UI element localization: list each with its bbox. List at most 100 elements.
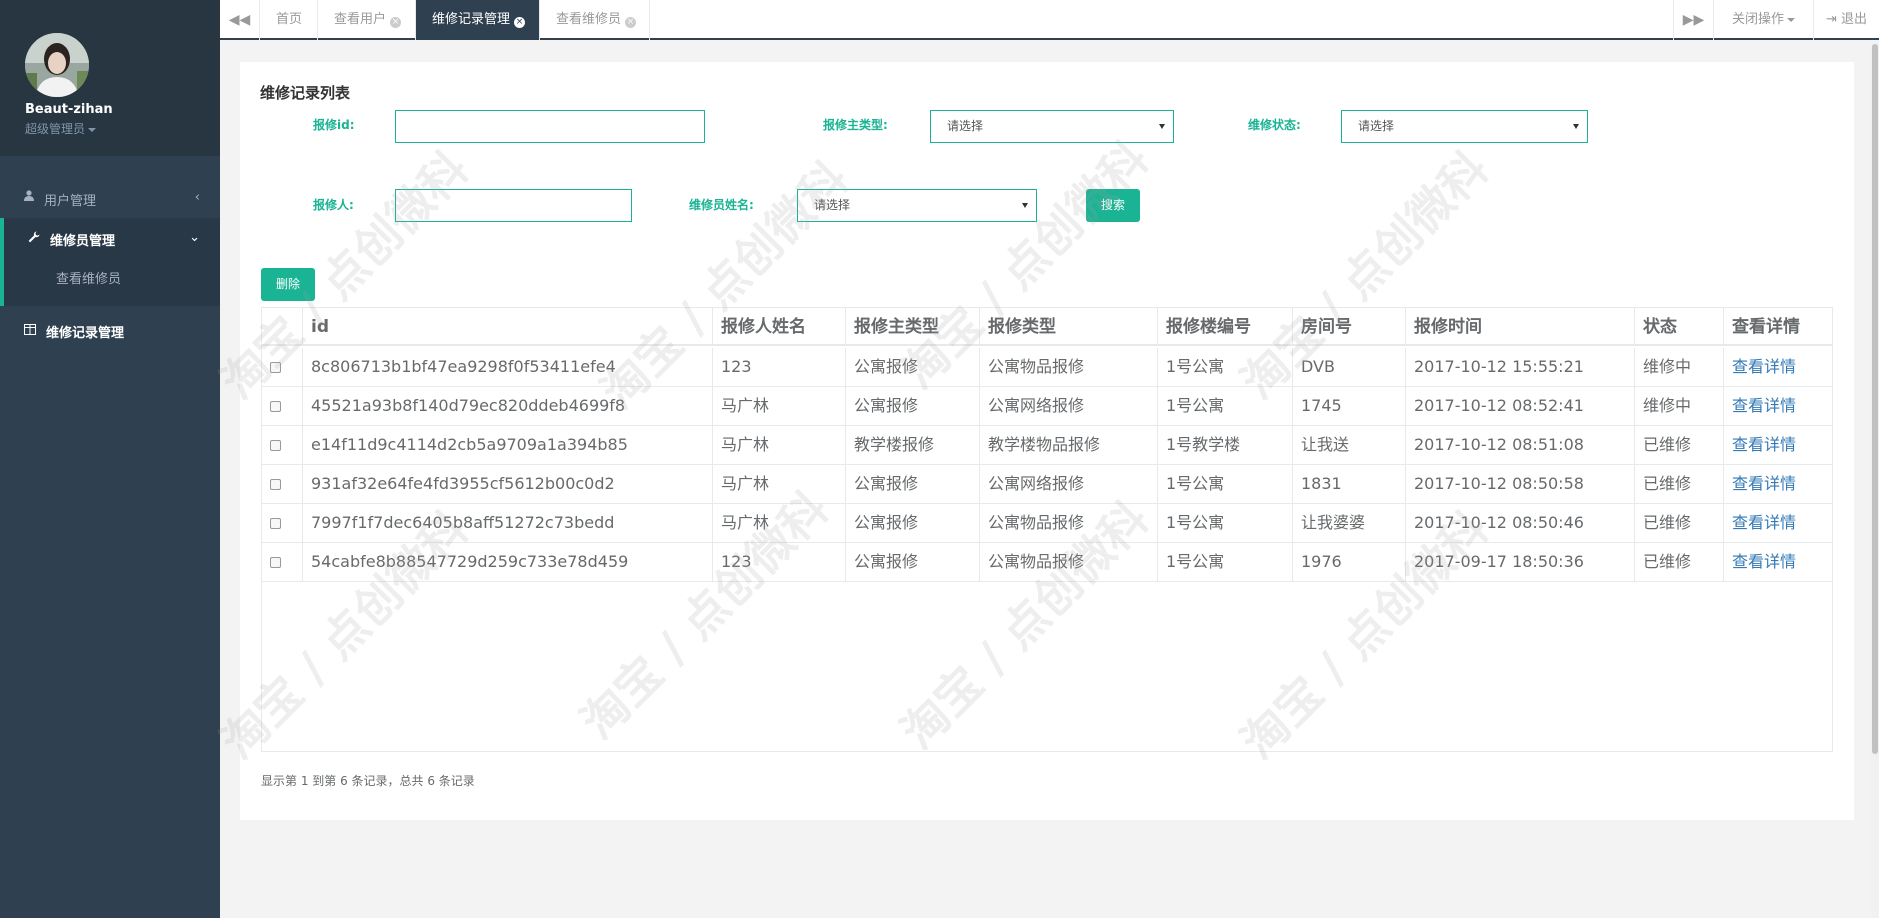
repairman-name-label: 维修员姓名: <box>689 198 754 212</box>
repair-id-input[interactable] <box>395 110 705 143</box>
row-checkbox-cell <box>262 543 303 581</box>
table-cell: 1号教学楼 <box>1158 426 1293 464</box>
user-icon <box>24 190 34 204</box>
table-cell: 54cabfe8b88547729d259c733e78d459 <box>303 543 713 581</box>
table-cell: 公寓物品报修 <box>980 348 1158 386</box>
table-cell: 2017-10-12 08:50:58 <box>1406 465 1635 503</box>
table-cell: 公寓报修 <box>846 387 980 425</box>
chevron-down-icon: ⌄ <box>189 230 200 245</box>
tab-scroll-left-button[interactable]: ◀◀ <box>220 0 260 40</box>
column-header[interactable]: 报修主类型 <box>846 308 980 344</box>
table-cell: 7997f1f7dec6405b8aff51272c73bedd <box>303 504 713 542</box>
row-checkbox-cell <box>262 348 303 386</box>
caret-down-icon <box>88 127 97 132</box>
column-header[interactable]: 报修类型 <box>980 308 1158 344</box>
row-checkbox-cell <box>262 465 303 503</box>
search-button[interactable]: 搜索 <box>1086 189 1140 222</box>
view-details-link[interactable]: 查看详情 <box>1724 387 1832 425</box>
user-name: Beaut-zihan <box>25 102 113 117</box>
table-cell: 1号公寓 <box>1158 465 1293 503</box>
table-cell: 2017-09-17 18:50:36 <box>1406 543 1635 581</box>
table-cell: 公寓报修 <box>846 465 980 503</box>
row-checkbox[interactable] <box>270 557 281 568</box>
table-row: 54cabfe8b88547729d259c733e78d459 123 公寓报修公… <box>262 543 1832 582</box>
close-icon[interactable]: × <box>514 17 526 28</box>
row-checkbox-cell <box>262 504 303 542</box>
table-cell: 2017-10-12 15:55:21 <box>1406 348 1635 386</box>
select-value: 请选择 <box>1358 119 1395 133</box>
table-cell: 公寓报修 <box>846 504 980 542</box>
logout-button[interactable]: ⇥ 退出 <box>1813 0 1879 40</box>
sidebar-item-records[interactable]: 维修记录管理 <box>0 316 220 356</box>
row-checkbox[interactable] <box>270 479 281 490</box>
column-header[interactable]: id <box>303 308 713 344</box>
avatar[interactable] <box>25 33 89 97</box>
table-row: 8c806713b1bf47ea9298f0f53411efe4 123 公寓报修公… <box>262 348 1832 387</box>
table-cell: 已维修 <box>1635 504 1724 542</box>
select-value: 请选择 <box>814 198 851 212</box>
close-icon[interactable]: × <box>625 17 637 28</box>
row-checkbox[interactable] <box>270 362 281 373</box>
table-cell: DVB <box>1293 348 1406 386</box>
table-cell: 1831 <box>1293 465 1406 503</box>
main-type-label: 报修主类型: <box>823 118 888 132</box>
user-role-dropdown[interactable]: 超级管理员 <box>25 120 97 137</box>
logout-label: 退出 <box>1841 12 1868 27</box>
column-header[interactable]: 报修人姓名 <box>713 308 846 344</box>
row-checkbox[interactable] <box>270 401 281 412</box>
table-cell: 公寓网络报修 <box>980 387 1158 425</box>
table-cell: 让我送 <box>1293 426 1406 464</box>
scrollbar-thumb[interactable] <box>1872 44 1878 754</box>
table-cell: 公寓物品报修 <box>980 543 1158 581</box>
table-cell: 123 <box>713 543 846 581</box>
table-icon <box>24 324 36 338</box>
view-details-link[interactable]: 查看详情 <box>1724 465 1832 503</box>
view-details-link[interactable]: 查看详情 <box>1724 426 1832 464</box>
caret-down-icon <box>1159 124 1165 129</box>
table-cell: 维修中 <box>1635 348 1724 386</box>
column-header[interactable]: 报修楼编号 <box>1158 308 1293 344</box>
column-header[interactable]: 查看详情 <box>1724 308 1832 344</box>
tab-home[interactable]: 首页 <box>260 0 318 40</box>
wrench-icon <box>28 231 40 246</box>
sidebar-item-repairman[interactable]: 维修员管理 ⌄ 查看维修员 <box>0 218 220 306</box>
column-header[interactable]: 报修时间 <box>1406 308 1635 344</box>
table-row: e14f11d9c4114d2cb5a9709a1a394b85 马广林 教学楼报修… <box>262 426 1832 465</box>
view-details-link[interactable]: 查看详情 <box>1724 504 1832 542</box>
header-checkbox-cell <box>262 308 303 344</box>
repair-status-select[interactable]: 请选择 <box>1341 110 1588 143</box>
table-cell: 2017-10-12 08:50:46 <box>1406 504 1635 542</box>
close-icon[interactable]: × <box>390 17 402 28</box>
table-row: 45521a93b8f140d79ec820ddeb4699f8 马广林 公寓报修公… <box>262 387 1832 426</box>
view-details-link[interactable]: 查看详情 <box>1724 543 1832 581</box>
close-operations-dropdown[interactable]: 关闭操作 <box>1713 0 1813 40</box>
main-type-select[interactable]: 请选择 <box>930 110 1174 143</box>
table-cell: 2017-10-12 08:51:08 <box>1406 426 1635 464</box>
tab-label: 查看维修员 <box>556 12 622 27</box>
repairman-name-select[interactable]: 请选择 <box>797 189 1037 222</box>
table-cell: 1745 <box>1293 387 1406 425</box>
profile-block: Beaut-zihan 超级管理员 <box>0 0 220 156</box>
sidebar-item-label: 维修记录管理 <box>46 326 125 341</box>
user-role-label: 超级管理员 <box>25 122 86 136</box>
tab-repair-records[interactable]: 维修记录管理 × <box>416 0 540 40</box>
delete-button[interactable]: 删除 <box>261 268 315 301</box>
page-scrollbar[interactable] <box>1871 42 1879 918</box>
row-checkbox[interactable] <box>270 518 281 529</box>
caret-down-icon <box>1787 17 1795 22</box>
table-cell: 让我婆婆 <box>1293 504 1406 542</box>
column-header[interactable]: 房间号 <box>1293 308 1406 344</box>
table-cell: 1号公寓 <box>1158 504 1293 542</box>
sidebar-subitem-view-repairman[interactable]: 查看维修员 <box>56 268 121 287</box>
reporter-input[interactable] <box>395 189 632 222</box>
row-checkbox-cell <box>262 426 303 464</box>
row-checkbox[interactable] <box>270 440 281 451</box>
column-header[interactable]: 状态 <box>1635 308 1724 344</box>
table-cell: 已维修 <box>1635 543 1724 581</box>
chevron-left-icon: ‹ <box>194 190 200 205</box>
table-cell: 45521a93b8f140d79ec820ddeb4699f8 <box>303 387 713 425</box>
tab-view-repairman[interactable]: 查看维修员 × <box>540 0 650 40</box>
tab-view-users[interactable]: 查看用户 × <box>318 0 416 40</box>
tab-scroll-right-button[interactable]: ▶▶ <box>1673 0 1713 40</box>
view-details-link[interactable]: 查看详情 <box>1724 348 1832 386</box>
